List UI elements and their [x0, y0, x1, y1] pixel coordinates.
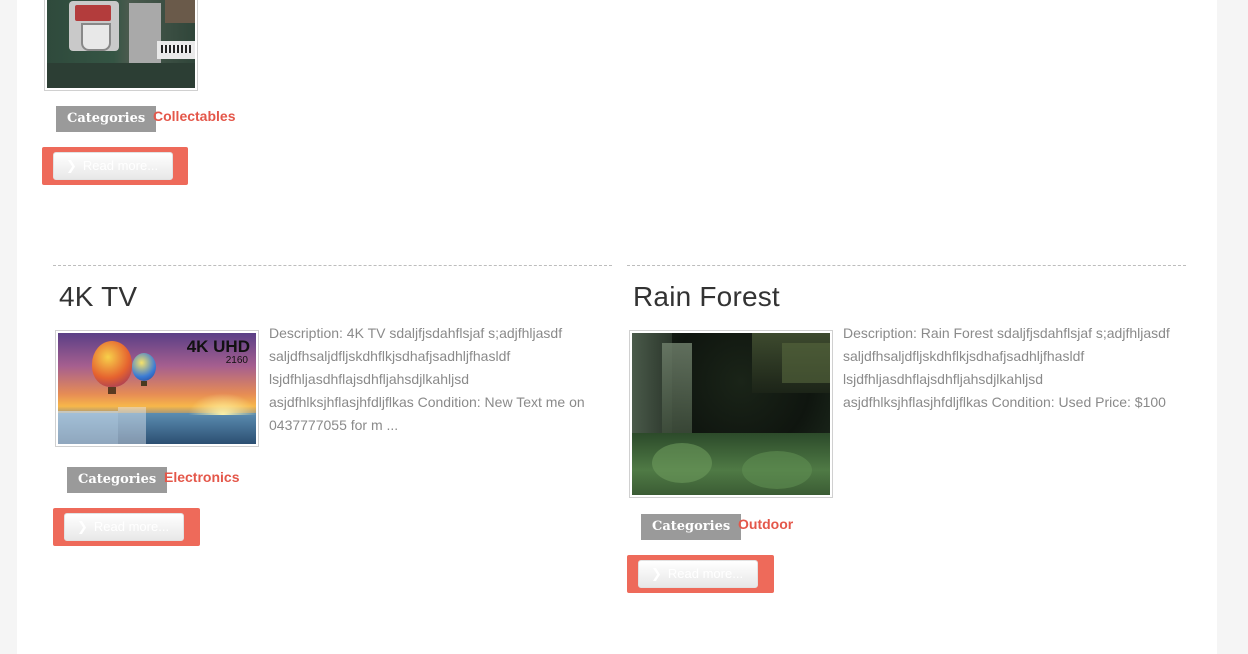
rain-forest-photo: [632, 333, 830, 495]
item-title-rain-forest[interactable]: Rain Forest: [633, 281, 780, 313]
categories-badge: Categories: [641, 514, 742, 540]
4k-tv-photo: 4K UHD 2160: [58, 333, 256, 444]
content-panel: Categories Collectables ❯ Read more... 4K…: [17, 0, 1217, 654]
item-divider-left: [53, 265, 612, 266]
item-divider-right: [627, 265, 1186, 266]
read-more-button[interactable]: ❯ Read more...: [638, 560, 759, 588]
category-link-collectables[interactable]: Collectables: [153, 108, 235, 124]
read-more-label: Read more...: [93, 519, 170, 534]
chevron-right-icon: ❯: [66, 158, 77, 173]
4k-uhd-logo-text: 4K UHD: [186, 337, 250, 356]
read-more-label: Read more...: [667, 566, 744, 581]
item-image-rain-forest[interactable]: [629, 330, 833, 498]
read-more-button[interactable]: ❯ Read more...: [64, 513, 185, 541]
item-image-4k-tv[interactable]: 4K UHD 2160: [55, 330, 259, 447]
item-description-4k-tv: Description: 4K TV sdaljfjsdahflsjaf s;a…: [269, 325, 585, 433]
coffee-maker-photo: [47, 0, 195, 88]
read-more-container: ❯ Read more...: [53, 508, 200, 546]
read-more-button[interactable]: ❯ Read more...: [53, 152, 174, 180]
categories-badge: Categories: [67, 467, 168, 493]
read-more-container: ❯ Read more...: [627, 555, 774, 593]
4k-resolution-text: 2160: [225, 355, 248, 366]
read-more-label: Read more...: [82, 158, 159, 173]
category-link-outdoor[interactable]: Outdoor: [738, 516, 793, 532]
chevron-right-icon: ❯: [77, 519, 88, 534]
category-link-electronics[interactable]: Electronics: [164, 469, 239, 485]
categories-badge: Categories: [56, 106, 157, 132]
item-title-4k-tv[interactable]: 4K TV: [59, 281, 137, 313]
read-more-container: ❯ Read more...: [42, 147, 188, 185]
item-description-rain-forest: Description: Rain Forest sdaljfjsdahflsj…: [843, 325, 1170, 410]
chevron-right-icon: ❯: [651, 566, 662, 581]
item-image-coffee-maker[interactable]: [44, 0, 198, 91]
